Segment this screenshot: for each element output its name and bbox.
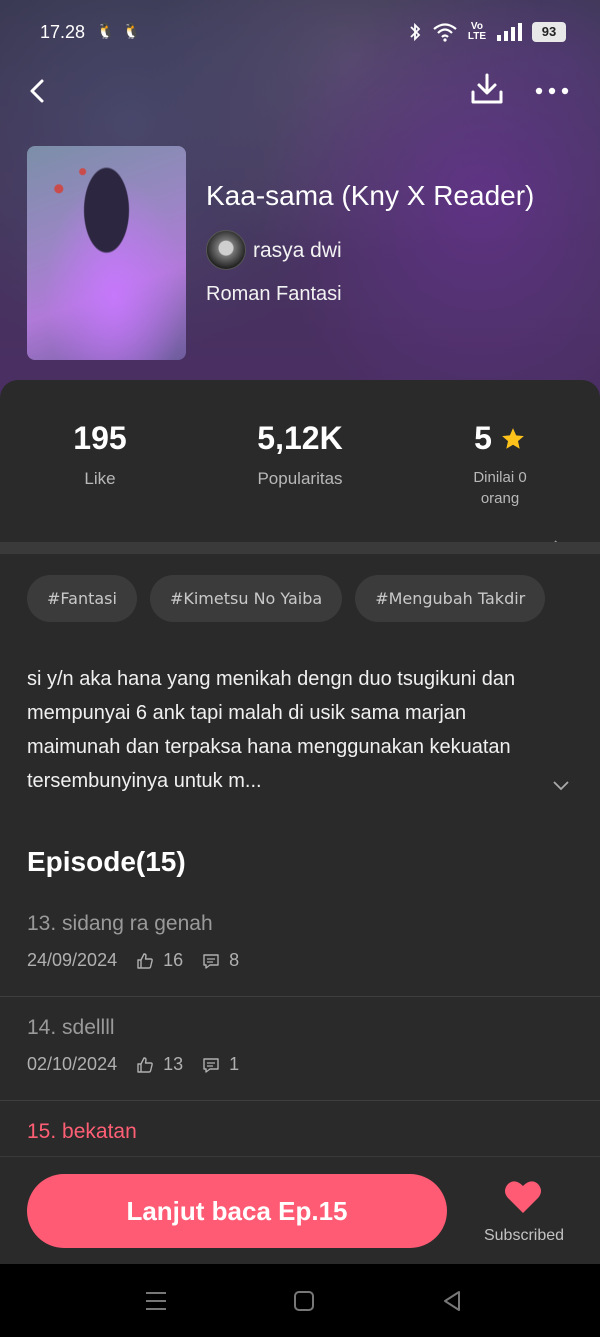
stat-likes: 195 Like: [0, 420, 200, 489]
tag-list: #Fantasi #Kimetsu No Yaiba #Mengubah Tak…: [27, 575, 546, 622]
status-bar: 17.28 🐧 🐧 Vo LTE 93: [0, 0, 600, 66]
thumbs-up-icon: [137, 952, 153, 969]
book-title: Kaa-sama (Kny X Reader): [206, 180, 535, 211]
subscribed-label[interactable]: Subscribed: [470, 1227, 578, 1245]
likes-label: Like: [84, 469, 116, 488]
episode-meta: 02/10/2024 13 1: [27, 1054, 239, 1075]
author-avatar[interactable]: [206, 230, 246, 270]
back-arrow-icon[interactable]: [22, 74, 56, 108]
signal-icon: [497, 23, 522, 41]
stat-popularity: 5,12K Popularitas: [200, 420, 400, 489]
author-name[interactable]: rasya dwi: [253, 239, 342, 263]
episode-meta: 24/09/2024 16 8: [27, 950, 239, 971]
star-icon: [502, 427, 524, 449]
rating-value: 5: [474, 420, 492, 456]
comment-icon: [203, 1057, 219, 1073]
book-genre[interactable]: Roman Fantasi: [206, 283, 342, 306]
episode-likes: 13: [163, 1054, 184, 1074]
episode-item[interactable]: 13. sidang ra genah 24/09/2024 16 8: [0, 912, 600, 996]
popularity-label: Popularitas: [257, 469, 343, 488]
tag-chip[interactable]: #Mengubah Takdir: [355, 575, 546, 622]
episodes-heading: Episode(15): [27, 846, 186, 877]
heart-icon[interactable]: [503, 1179, 543, 1215]
thumbs-up-icon: [137, 1056, 153, 1073]
home-icon[interactable]: [291, 1288, 317, 1314]
stat-rating[interactable]: 5 Dinilai 0 orang: [400, 420, 600, 509]
book-description: si y/n aka hana yang menikah dengn duo t…: [27, 668, 516, 792]
menu-icon[interactable]: [143, 1288, 169, 1314]
rating-value-wrap: 5: [474, 420, 526, 457]
episode-divider: [0, 1100, 600, 1101]
popularity-count: 5,12K: [257, 420, 343, 456]
content-panel: 195 Like 5,12K Popularitas 5 Dinilai 0 o…: [0, 380, 600, 1264]
battery-indicator: 93: [532, 22, 566, 42]
back-triangle-icon[interactable]: [439, 1288, 465, 1314]
bottom-action-bar: Lanjut baca Ep.15 Subscribed: [0, 1156, 600, 1264]
volte-indicator: Vo LTE: [467, 21, 486, 42]
wifi-icon: [433, 23, 457, 42]
rating-label: Dinilai 0 orang: [473, 469, 527, 507]
episode-title: 15. bekatan: [27, 1120, 137, 1143]
app-notification-icon: 🐧: [96, 23, 115, 40]
continue-reading-button[interactable]: Lanjut baca Ep.15: [27, 1174, 447, 1248]
episode-date: 24/09/2024: [27, 950, 118, 970]
top-nav: [0, 66, 600, 116]
episode-likes: 16: [163, 950, 184, 970]
episode-item-current[interactable]: 15. bekatan: [0, 1120, 600, 1160]
app-notification-icon: 🐧: [122, 23, 141, 40]
bluetooth-icon: [410, 22, 421, 42]
chevron-down-icon[interactable]: [550, 774, 572, 796]
section-divider: [0, 542, 600, 554]
comment-icon: [203, 953, 219, 969]
download-icon[interactable]: [468, 70, 506, 108]
more-options-icon[interactable]: [532, 74, 572, 108]
likes-count: 195: [73, 420, 127, 456]
episode-item[interactable]: 14. sdellll 02/10/2024 13 1: [0, 1016, 600, 1100]
episode-title: 13. sidang ra genah: [27, 912, 213, 935]
episode-divider: [0, 996, 600, 997]
book-cover-image: [27, 146, 186, 360]
status-icons: Vo LTE 93: [408, 22, 566, 42]
episode-title: 14. sdellll: [27, 1016, 115, 1039]
tag-chip[interactable]: #Kimetsu No Yaiba: [149, 575, 343, 622]
episode-comments: 8: [229, 950, 240, 970]
tag-chip[interactable]: #Fantasi: [27, 575, 137, 622]
status-time: 17.28: [40, 22, 86, 42]
episode-date: 02/10/2024: [27, 1054, 118, 1074]
system-nav-bar: [0, 1264, 600, 1337]
episode-comments: 1: [229, 1054, 240, 1074]
stats-row: 195 Like 5,12K Popularitas 5 Dinilai 0 o…: [0, 420, 600, 550]
